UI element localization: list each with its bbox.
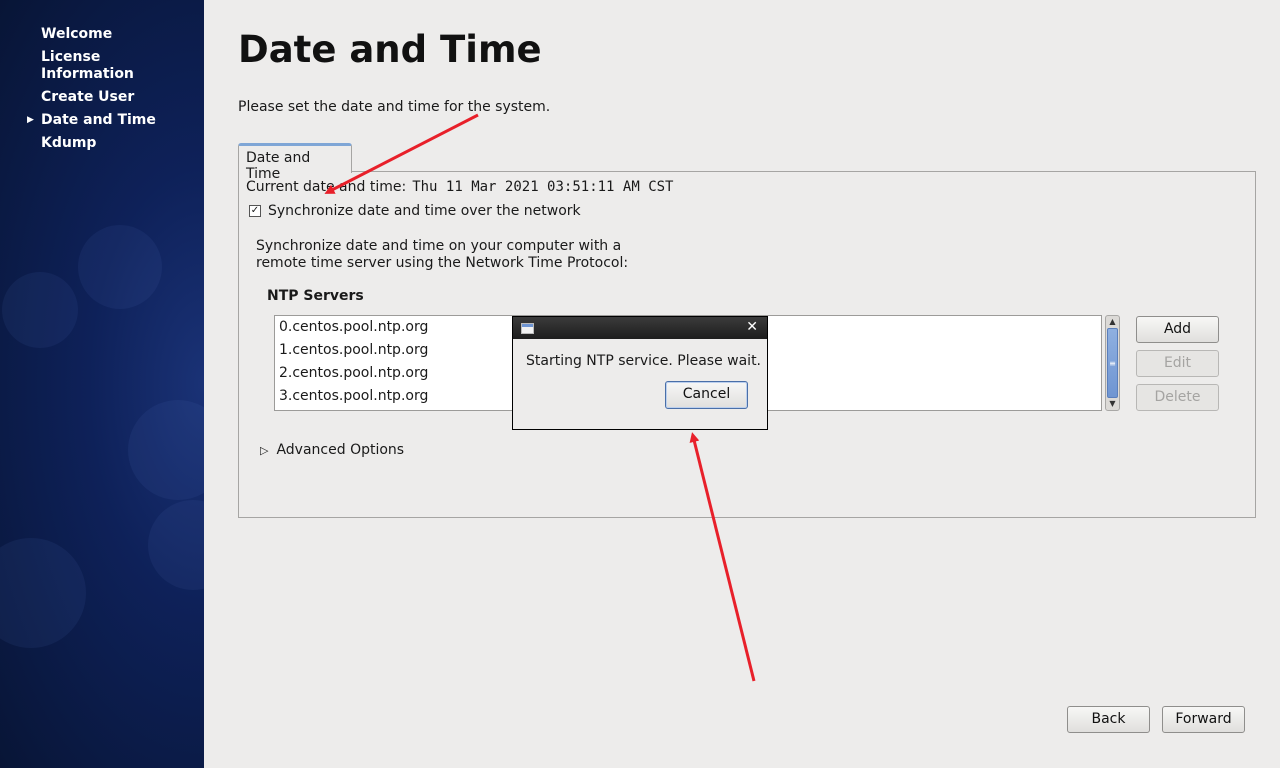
cancel-button[interactable]: Cancel	[665, 381, 748, 409]
current-datetime: Current date and time: Thu 11 Mar 2021 03…	[246, 179, 673, 195]
sidebar-item-label: License Information	[41, 49, 134, 82]
sync-network-row[interactable]: ✓ Synchronize date and time over the net…	[249, 203, 581, 219]
decor-bubble	[128, 400, 204, 500]
decor-bubble	[0, 538, 86, 648]
sidebar-item-label: Create User	[41, 89, 135, 105]
sidebar-item-kdump: Kdump	[41, 135, 191, 152]
scroll-thumb[interactable]: ≡	[1107, 328, 1118, 398]
ntp-servers-title: NTP Servers	[267, 288, 364, 304]
forward-button[interactable]: Forward	[1162, 706, 1245, 733]
dialog-titlebar[interactable]: ✕	[513, 317, 767, 339]
dialog-message: Starting NTP service. Please wait.	[526, 353, 762, 369]
sidebar-item-welcome: Welcome	[41, 26, 191, 43]
decor-bubble	[78, 225, 162, 309]
expander-triangle-icon[interactable]: ▷	[260, 444, 268, 457]
sidebar-item-license: License Information	[41, 49, 191, 83]
window-icon	[521, 323, 534, 334]
ntp-progress-dialog: ✕ Starting NTP service. Please wait. Can…	[512, 316, 768, 430]
sidebar: Welcome License Information Create User …	[0, 0, 204, 768]
sidebar-item-create-user: Create User	[41, 89, 191, 106]
page-title: Date and Time	[238, 28, 542, 71]
sidebar-item-date-time: ▶ Date and Time	[27, 112, 191, 129]
advanced-options-expander[interactable]: ▷ Advanced Options	[260, 442, 404, 458]
delete-server-button[interactable]: Delete	[1136, 384, 1219, 411]
scroll-down-icon[interactable]: ▼	[1106, 398, 1119, 410]
tab-date-and-time[interactable]: Date and Time	[238, 143, 352, 182]
current-step-icon: ▶	[27, 115, 34, 125]
close-icon[interactable]: ✕	[746, 319, 758, 335]
advanced-options-label[interactable]: Advanced Options	[276, 442, 404, 458]
sync-network-label[interactable]: Synchronize date and time over the netwo…	[268, 203, 581, 219]
sidebar-item-label: Kdump	[41, 135, 97, 151]
ntp-list-scrollbar[interactable]: ▲ ≡ ▼	[1105, 315, 1120, 411]
back-button[interactable]: Back	[1067, 706, 1150, 733]
ntp-description-line: Synchronize date and time on your comput…	[256, 238, 622, 254]
sidebar-nav: Welcome License Information Create User …	[27, 26, 191, 158]
sidebar-item-label: Date and Time	[41, 112, 156, 128]
sync-network-checkbox[interactable]: ✓	[249, 205, 261, 217]
decor-bubble	[148, 500, 204, 590]
decor-bubble	[2, 272, 78, 348]
page-subtitle: Please set the date and time for the sys…	[238, 99, 551, 115]
ntp-description: Synchronize date and time on your comput…	[256, 238, 628, 272]
ntp-description-line: remote time server using the Network Tim…	[256, 255, 629, 271]
scroll-up-icon[interactable]: ▲	[1106, 316, 1119, 328]
add-server-button[interactable]: Add	[1136, 316, 1219, 343]
current-datetime-value: Thu 11 Mar 2021 03:51:11 AM CST	[412, 179, 674, 195]
edit-server-button[interactable]: Edit	[1136, 350, 1219, 377]
sidebar-item-label: Welcome	[41, 26, 113, 42]
